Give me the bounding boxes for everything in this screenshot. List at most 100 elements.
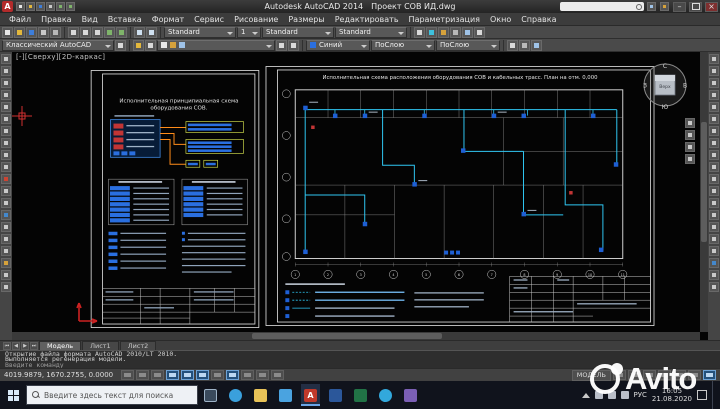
menu-format[interactable]: Формат [147, 13, 189, 26]
copy-icon[interactable] [709, 66, 719, 76]
action-center-icon[interactable] [697, 390, 707, 400]
word-app-icon[interactable] [326, 384, 345, 406]
workspace-settings-icon[interactable] [115, 39, 126, 51]
offset-icon[interactable] [709, 90, 719, 100]
vertical-scrollbar-thumb[interactable] [701, 122, 707, 242]
vertical-scrollbar[interactable] [700, 52, 708, 332]
undo-icon[interactable] [56, 2, 65, 11]
dyn-toggle[interactable] [226, 370, 240, 380]
last-tab-icon[interactable]: ⏭ [30, 341, 38, 350]
qnew-icon[interactable] [2, 26, 13, 38]
menu-window[interactable]: Окно [485, 13, 516, 26]
preview-icon[interactable] [50, 26, 61, 38]
scale-combo[interactable]: 1 [237, 26, 261, 38]
mail-app-icon[interactable] [276, 384, 295, 406]
redo-icon[interactable] [66, 2, 75, 11]
undo-icon[interactable] [104, 26, 115, 38]
xline-icon[interactable] [1, 66, 11, 76]
table-icon[interactable] [1, 246, 11, 256]
ungroup-icon[interactable] [709, 282, 719, 292]
tray-expand-icon[interactable] [581, 392, 590, 398]
blend-icon[interactable] [709, 234, 719, 244]
osnap-toggle[interactable] [181, 370, 195, 380]
mirror-icon[interactable] [709, 78, 719, 88]
task-view-button[interactable] [201, 384, 220, 406]
network-icon[interactable] [620, 391, 629, 399]
field-icon[interactable] [531, 39, 542, 51]
sheetset-icon[interactable] [450, 26, 461, 38]
mtext-icon[interactable] [1, 258, 11, 268]
stretch-icon[interactable] [709, 150, 719, 160]
text-style-combo[interactable]: Standard [164, 26, 236, 38]
snap-toggle[interactable] [121, 370, 135, 380]
make-block-icon[interactable] [1, 186, 11, 196]
addselected-icon[interactable] [1, 270, 11, 280]
lineweight-toggle[interactable] [241, 370, 255, 380]
messenger-app-icon[interactable] [376, 384, 395, 406]
rotate-icon[interactable] [709, 126, 719, 136]
infocenter-search-input[interactable] [560, 2, 644, 11]
quick-view-layouts-icon[interactable] [613, 370, 626, 380]
prev-tab-icon[interactable]: ◀ [12, 341, 20, 350]
workspace-switch-icon[interactable] [673, 370, 686, 380]
redo-icon[interactable] [116, 26, 127, 38]
layer-states-icon[interactable] [145, 39, 156, 51]
menu-tools[interactable]: Сервис [189, 13, 229, 26]
tab-layout1[interactable]: Лист1 [82, 340, 119, 351]
trim-icon[interactable] [709, 162, 719, 172]
markup-icon[interactable] [462, 26, 473, 38]
copy-icon[interactable] [80, 26, 91, 38]
zoom-icon[interactable] [146, 26, 157, 38]
maximize-button[interactable] [689, 1, 702, 12]
browser-app-icon[interactable] [226, 384, 245, 406]
open-file-icon[interactable] [26, 2, 35, 11]
first-tab-icon[interactable]: ⏮ [3, 341, 11, 350]
polygon-icon[interactable] [1, 90, 11, 100]
autocad-logo-icon[interactable] [2, 1, 13, 12]
polyline-icon[interactable] [1, 78, 11, 88]
polar-toggle[interactable] [166, 370, 180, 380]
region-icon[interactable] [1, 234, 11, 244]
spline-icon[interactable] [1, 150, 11, 160]
drawing-canvas[interactable]: [-][Сверху][2D-каркас] Исполнительная пр… [12, 52, 708, 340]
ortho-toggle[interactable] [151, 370, 165, 380]
volume-icon[interactable] [607, 391, 616, 399]
properties-icon[interactable] [709, 258, 719, 268]
lineweight-combo[interactable]: ПоСлою [436, 39, 500, 51]
annotation-scale-icon[interactable] [643, 370, 656, 380]
transparency-toggle[interactable] [256, 370, 270, 380]
new-file-icon[interactable] [16, 2, 25, 11]
designcenter-icon[interactable] [426, 26, 437, 38]
annotation-visibility-icon[interactable] [658, 370, 671, 380]
minimize-button[interactable] [673, 1, 686, 12]
hatch-icon[interactable] [1, 210, 11, 220]
move-icon[interactable] [709, 114, 719, 124]
color-combo[interactable]: Синий [306, 39, 370, 51]
full-navigation-wheel-icon[interactable] [685, 118, 695, 128]
menu-file[interactable]: Файл [4, 13, 36, 26]
menu-modify[interactable]: Редактировать [330, 13, 404, 26]
help-icon[interactable] [660, 2, 669, 11]
table-style-combo[interactable]: Standard [335, 26, 407, 38]
horizontal-scrollbar-thumb[interactable] [252, 333, 442, 339]
layer-properties-icon[interactable] [133, 39, 144, 51]
menu-draw[interactable]: Рисование [229, 13, 283, 26]
workspace-combo[interactable]: Классический AutoCAD [2, 39, 114, 51]
next-tab-icon[interactable]: ▶ [21, 341, 29, 350]
tab-model[interactable]: Модель [39, 340, 82, 351]
menu-dimension[interactable]: Размеры [283, 13, 329, 26]
linetype-combo[interactable]: ПоСлою [371, 39, 435, 51]
chamfer-icon[interactable] [709, 210, 719, 220]
zoom-icon[interactable] [685, 142, 695, 152]
array-icon[interactable] [709, 102, 719, 112]
explode-icon[interactable] [709, 246, 719, 256]
gradient-icon[interactable] [1, 222, 11, 232]
menu-edit[interactable]: Правка [36, 13, 76, 26]
save-icon[interactable] [26, 26, 37, 38]
erase-icon[interactable] [709, 54, 719, 64]
paste-icon[interactable] [92, 26, 103, 38]
clock[interactable]: 16:05 21.08.2020 [652, 387, 692, 403]
viewport-controls[interactable]: [-][Сверху][2D-каркас] [16, 53, 105, 61]
menu-parametric[interactable]: Параметризация [404, 13, 485, 26]
tab-layout2[interactable]: Лист2 [119, 340, 157, 351]
